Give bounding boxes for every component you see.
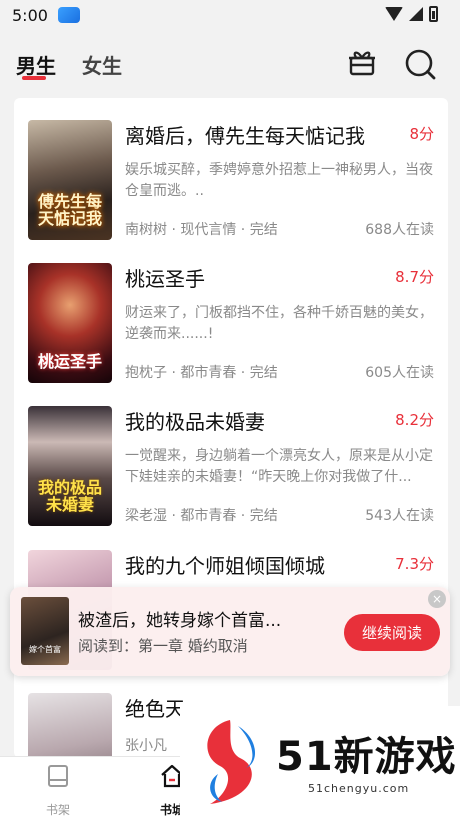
book-meta: 抱枕子 · 都市青春 · 完结 (125, 365, 278, 381)
search-icon[interactable] (404, 48, 436, 80)
book-score: 8分 (409, 125, 434, 143)
nav-item-bookshelf[interactable]: 书架 (28, 763, 88, 818)
popup-book-title: 被渣后，她转身嫁个首富... (78, 611, 282, 631)
book-cover: 桃运圣手 (28, 263, 112, 383)
book-title: 离婚后，傅先生每天惦记我 (125, 124, 365, 148)
book-readers: 605人在读 (365, 365, 434, 381)
watermark: 51新游戏 51chengyu.com (180, 706, 460, 818)
signal-icon (409, 7, 423, 21)
status-bar: 5:00 (0, 0, 460, 30)
book-item[interactable]: 傅先生每天惦记我 离婚后，傅先生每天惦记我 8分 娱乐城买醉，季娉婷意外招惹上一… (14, 98, 448, 240)
book-score: 8.2分 (395, 411, 434, 429)
book-item[interactable]: 我的极品未婚妻 我的极品未婚妻 8.2分 一觉醒来，身边躺着一个漂亮女人，原来是… (14, 384, 448, 526)
popup-cover-title: 嫁个首富 (29, 645, 61, 655)
book-score: 8.7分 (395, 268, 434, 286)
book-cover (28, 693, 112, 758)
book-title: 桃运圣手 (125, 267, 205, 291)
cover-title: 我的极品未婚妻 (37, 477, 102, 515)
book-readers: 543人在读 (365, 508, 434, 524)
book-cover: 我的极品未婚妻 (28, 406, 112, 526)
continue-reading-button[interactable]: 继续阅读 (344, 614, 440, 651)
active-tab-indicator (22, 76, 46, 80)
header: 男生 女生 (0, 30, 460, 98)
continue-reading-popup[interactable]: 嫁个首富 被渣后，她转身嫁个首富... 阅读到：第一章 婚约取消 继续阅读 × (10, 587, 450, 676)
watermark-title: 51新游戏 (276, 734, 457, 780)
book-title: 绝色天 (125, 697, 185, 721)
book-description: 财运来了，门板都挡不住，各种千娇百魅的美女，逆袭而来......! (125, 305, 433, 342)
book-title: 我的九个师姐倾国倾城 (125, 554, 325, 578)
book-meta: 南树树 · 现代言情 · 完结 (125, 222, 278, 238)
wifi-icon (385, 7, 403, 21)
book-meta: 张小凡 (125, 738, 167, 754)
watermark-url: 51chengyu.com (308, 782, 410, 795)
bookshelf-icon (48, 765, 68, 787)
watermark-logo-icon (207, 720, 256, 804)
close-icon[interactable]: × (428, 590, 446, 608)
status-time: 5:00 (12, 5, 48, 25)
cover-title: 傅先生每天惦记我 (37, 191, 102, 229)
book-item[interactable]: 桃运圣手 桃运圣手 8.7分 财运来了，门板都挡不住，各种千娇百魅的美女，逆袭而… (14, 241, 448, 383)
nav-label-bookshelf: 书架 (45, 803, 70, 817)
gift-icon[interactable] (348, 50, 376, 76)
tab-female[interactable]: 女生 (82, 50, 122, 79)
tab-male[interactable]: 男生 (16, 50, 56, 79)
popup-reading-progress: 阅读到：第一章 婚约取消 (78, 637, 248, 655)
book-description: 一觉醒来，身边躺着一个漂亮女人，原来是从小定下娃娃亲的未婚妻！“昨天晚上你对我做… (125, 448, 433, 485)
book-cover: 傅先生每天惦记我 (28, 120, 112, 240)
popup-book-cover: 嫁个首富 (21, 597, 69, 665)
cover-title: 桃运圣手 (37, 352, 102, 372)
book-title: 我的极品未婚妻 (125, 410, 265, 434)
app-notification-icon (57, 7, 80, 23)
status-icons (385, 6, 438, 22)
battery-icon (429, 6, 438, 22)
book-score: 7.3分 (395, 555, 434, 573)
book-meta: 梁老湿 · 都市青春 · 完结 (125, 508, 278, 524)
book-description: 娱乐城买醉，季娉婷意外招惹上一神秘男人，当夜仓皇而逃。.. (125, 162, 433, 199)
book-readers: 688人在读 (365, 222, 434, 238)
